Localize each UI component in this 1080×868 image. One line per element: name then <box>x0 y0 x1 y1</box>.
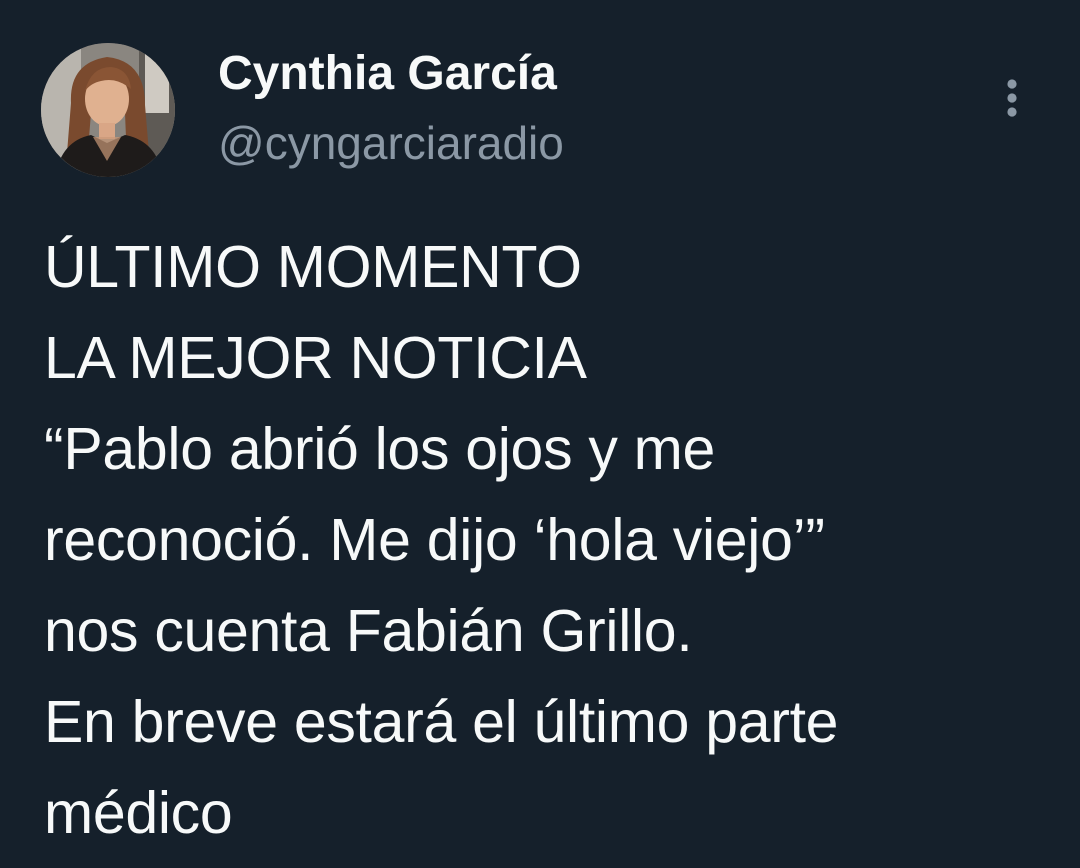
tweet-text-line: En breve estará el último parte <box>44 689 839 755</box>
tweet-text-line: médico <box>44 780 233 846</box>
more-vertical-icon <box>1007 79 1017 117</box>
tweet-text: ÚLTIMO MOMENTO LA MEJOR NOTICIA “Pablo a… <box>44 222 1054 859</box>
tweet-text-line: “Pablo abrió los ojos y me <box>44 416 716 482</box>
tweet-text-line: reconoció. Me dijo ‘hola viejo’” <box>44 507 825 573</box>
author-display-name[interactable]: Cynthia García <box>218 46 557 102</box>
more-options-button[interactable] <box>996 72 1028 124</box>
tweet: Cynthia García @cyngarciaradio ÚLTIMO MO… <box>0 0 1080 868</box>
author-handle[interactable]: @cyngarciaradio <box>218 116 564 170</box>
tweet-text-line: LA MEJOR NOTICIA <box>44 325 587 391</box>
avatar-photo <box>41 43 175 177</box>
tweet-text-line: ÚLTIMO MOMENTO <box>44 234 582 300</box>
tweet-text-line: nos cuenta Fabián Grillo. <box>44 598 693 664</box>
author-avatar[interactable] <box>41 43 175 177</box>
